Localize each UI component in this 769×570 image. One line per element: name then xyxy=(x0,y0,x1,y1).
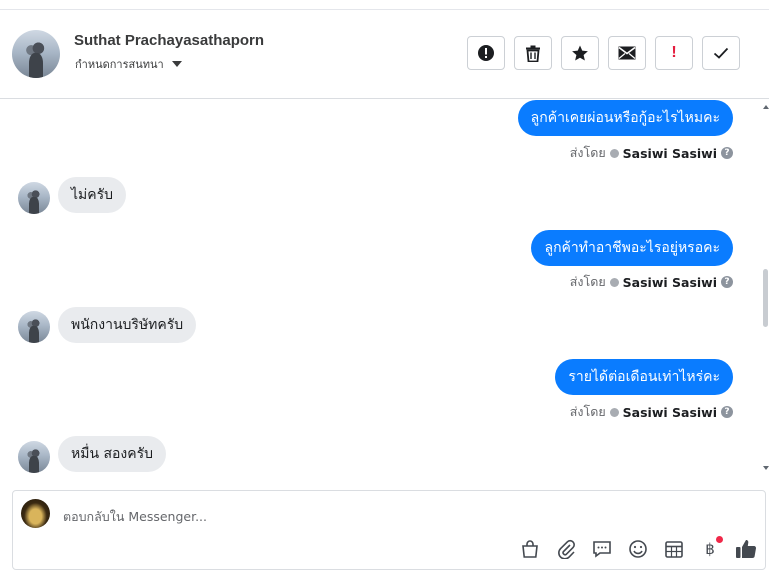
emoji-icon xyxy=(629,540,647,558)
baht-icon: ฿ xyxy=(705,540,715,558)
sender-name[interactable]: Sasiwi Sasiwi xyxy=(623,146,717,161)
saved-reply-icon xyxy=(593,541,611,558)
conversation-schedule-dropdown[interactable]: กำหนดการสนทนา xyxy=(75,55,182,73)
delete-button[interactable] xyxy=(514,36,552,70)
scroll-thumb[interactable] xyxy=(763,269,768,327)
scroll-down-arrow-icon[interactable] xyxy=(763,466,769,470)
like-button[interactable] xyxy=(734,537,758,561)
help-icon[interactable]: ? xyxy=(721,276,733,288)
mark-done-button[interactable] xyxy=(702,36,740,70)
contact-avatar[interactable] xyxy=(12,30,60,78)
incoming-message[interactable]: ไม่ครับ xyxy=(58,177,127,213)
header-actions: ! xyxy=(467,36,740,70)
sent-by-label: ส่งโดย xyxy=(569,404,606,419)
contact-name[interactable]: Suthat Prachayasathaporn xyxy=(74,32,264,49)
checkmark-icon xyxy=(713,47,729,59)
shopping-bag-icon xyxy=(522,540,538,558)
thumbs-up-icon xyxy=(736,540,757,558)
exclamation-mark-icon: ! xyxy=(671,44,677,61)
message-thread[interactable]: ลูกค้าเคยผ่อนหรือกู้อะไรไหมคะ ส่งโดย Sas… xyxy=(0,99,769,484)
email-button[interactable] xyxy=(608,36,646,70)
caret-down-icon xyxy=(171,61,182,67)
envelope-icon xyxy=(618,46,636,60)
payment-button[interactable]: ฿ xyxy=(698,536,723,561)
status-dot-icon xyxy=(609,148,619,158)
report-button[interactable] xyxy=(467,36,505,70)
sender-name[interactable]: Sasiwi Sasiwi xyxy=(623,405,717,420)
schedule-label: กำหนดการสนทนา xyxy=(75,58,164,71)
thread-scrollbar[interactable] xyxy=(763,99,769,484)
emoji-button[interactable] xyxy=(626,537,650,561)
contact-avatar-small[interactable] xyxy=(18,441,50,473)
reply-composer: ฿ xyxy=(12,490,766,570)
incoming-message[interactable]: หมื่น สองครับ xyxy=(58,436,167,472)
exclamation-circle-icon xyxy=(478,45,494,61)
help-icon[interactable]: ? xyxy=(721,147,733,159)
status-dot-icon xyxy=(609,407,619,417)
page-avatar xyxy=(21,499,50,528)
sent-by-line: ส่งโดย Sasiwi Sasiwi ? xyxy=(570,272,733,292)
sent-by-line: ส่งโดย Sasiwi Sasiwi ? xyxy=(570,402,733,422)
mark-unread-button[interactable]: ! xyxy=(655,36,693,70)
sender-name[interactable]: Sasiwi Sasiwi xyxy=(623,275,717,290)
incoming-message[interactable]: พนักงานบริษัทครับ xyxy=(58,307,197,343)
notification-dot xyxy=(716,536,723,543)
contact-avatar-small[interactable] xyxy=(18,182,50,214)
calendar-icon xyxy=(665,541,683,558)
outgoing-message[interactable]: รายได้ต่อเดือนเท่าไหร่คะ xyxy=(555,359,733,395)
star-icon xyxy=(572,45,588,61)
sent-by-line: ส่งโดย Sasiwi Sasiwi ? xyxy=(570,143,733,163)
contact-avatar-small[interactable] xyxy=(18,311,50,343)
help-icon[interactable]: ? xyxy=(721,406,733,418)
appointment-button[interactable] xyxy=(662,537,686,561)
outgoing-message[interactable]: ลูกค้าทำอาชีพอะไรอยู่หรอคะ xyxy=(531,230,733,266)
star-button[interactable] xyxy=(561,36,599,70)
outgoing-message[interactable]: ลูกค้าเคยผ่อนหรือกู้อะไรไหมคะ xyxy=(517,100,733,136)
sent-by-label: ส่งโดย xyxy=(569,274,606,289)
scroll-up-arrow-icon[interactable] xyxy=(763,105,769,109)
composer-toolbar: ฿ xyxy=(518,536,758,561)
trash-icon xyxy=(526,45,540,62)
saved-reply-button[interactable] xyxy=(590,537,614,561)
attach-button[interactable] xyxy=(554,537,578,561)
sent-by-label: ส่งโดย xyxy=(569,145,606,160)
conversation-header: Suthat Prachayasathaporn กำหนดการสนทนา ! xyxy=(0,10,769,99)
shop-button[interactable] xyxy=(518,537,542,561)
status-dot-icon xyxy=(609,277,619,287)
reply-input[interactable] xyxy=(61,505,505,527)
paperclip-icon xyxy=(558,539,575,559)
